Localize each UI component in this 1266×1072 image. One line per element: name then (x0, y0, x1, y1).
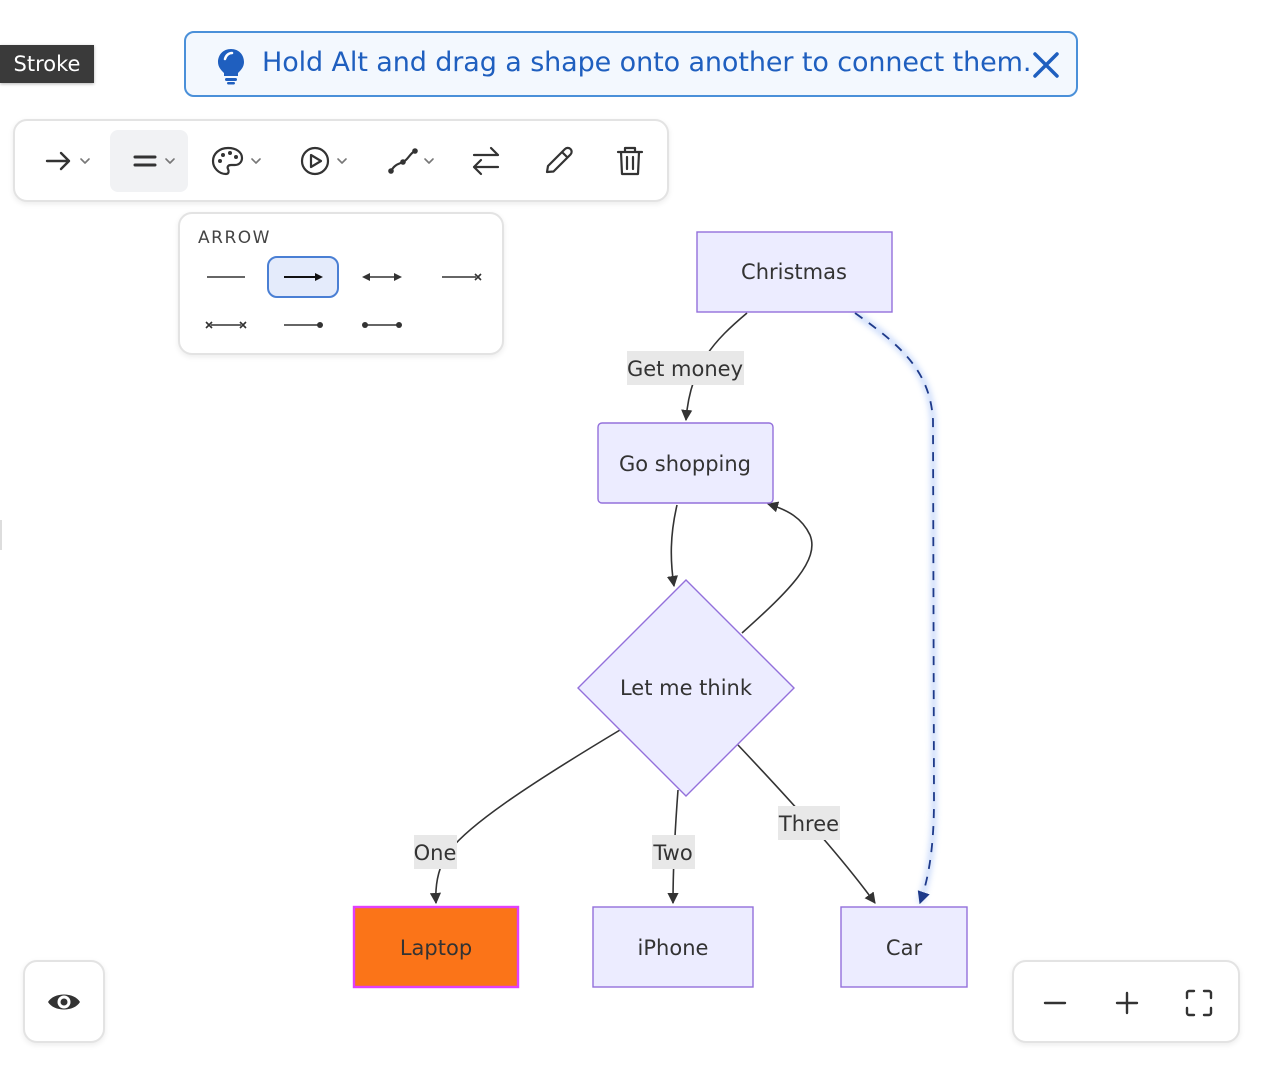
edge-go-shopping-let-me-think[interactable] (666, 504, 679, 588)
node-laptop[interactable]: Laptop (352, 905, 520, 989)
minus-icon (1043, 1001, 1067, 1005)
node-christmas[interactable]: Christmas (696, 231, 893, 313)
zoom-out-button[interactable] (1034, 982, 1076, 1024)
edge-label-get-money: Get money (627, 351, 744, 385)
zoom-in-button[interactable] (1106, 982, 1148, 1024)
node-go-shopping[interactable]: Go shopping (597, 422, 774, 504)
plus-icon (1115, 991, 1139, 1015)
edge-christmas-car-selected[interactable] (853, 310, 938, 905)
node-car-label: Car (886, 936, 923, 960)
edge-label-two-text: Two (652, 841, 692, 865)
node-let-me-think-label: Let me think (620, 676, 753, 700)
node-iphone[interactable]: iPhone (592, 906, 754, 988)
edge-label-two: Two (652, 835, 695, 869)
node-car[interactable]: Car (840, 906, 968, 988)
zoom-controls (1012, 960, 1240, 1043)
eye-icon (48, 994, 80, 1009)
edge-label-three-text: Three (778, 812, 839, 836)
view-toggle-button[interactable] (23, 960, 105, 1043)
flowchart-canvas: Get money One Two Three Christmas Go sho… (352, 231, 968, 989)
fit-screen-button[interactable] (1178, 982, 1220, 1024)
node-laptop-label: Laptop (400, 936, 472, 960)
edge-label-three: Three (778, 806, 840, 840)
edge-label-one: One (414, 835, 457, 869)
edge-label-one-text: One (414, 841, 457, 865)
node-iphone-label: iPhone (638, 936, 709, 960)
edge-label-get-money-text: Get money (627, 357, 743, 381)
node-go-shopping-label: Go shopping (619, 452, 751, 476)
node-let-me-think[interactable]: Let me think (577, 579, 795, 797)
node-christmas-label: Christmas (741, 260, 847, 284)
edge-let-me-think-go-shopping[interactable] (741, 501, 813, 634)
edge-one[interactable] (429, 729, 621, 905)
fit-screen-icon (1185, 989, 1213, 1017)
